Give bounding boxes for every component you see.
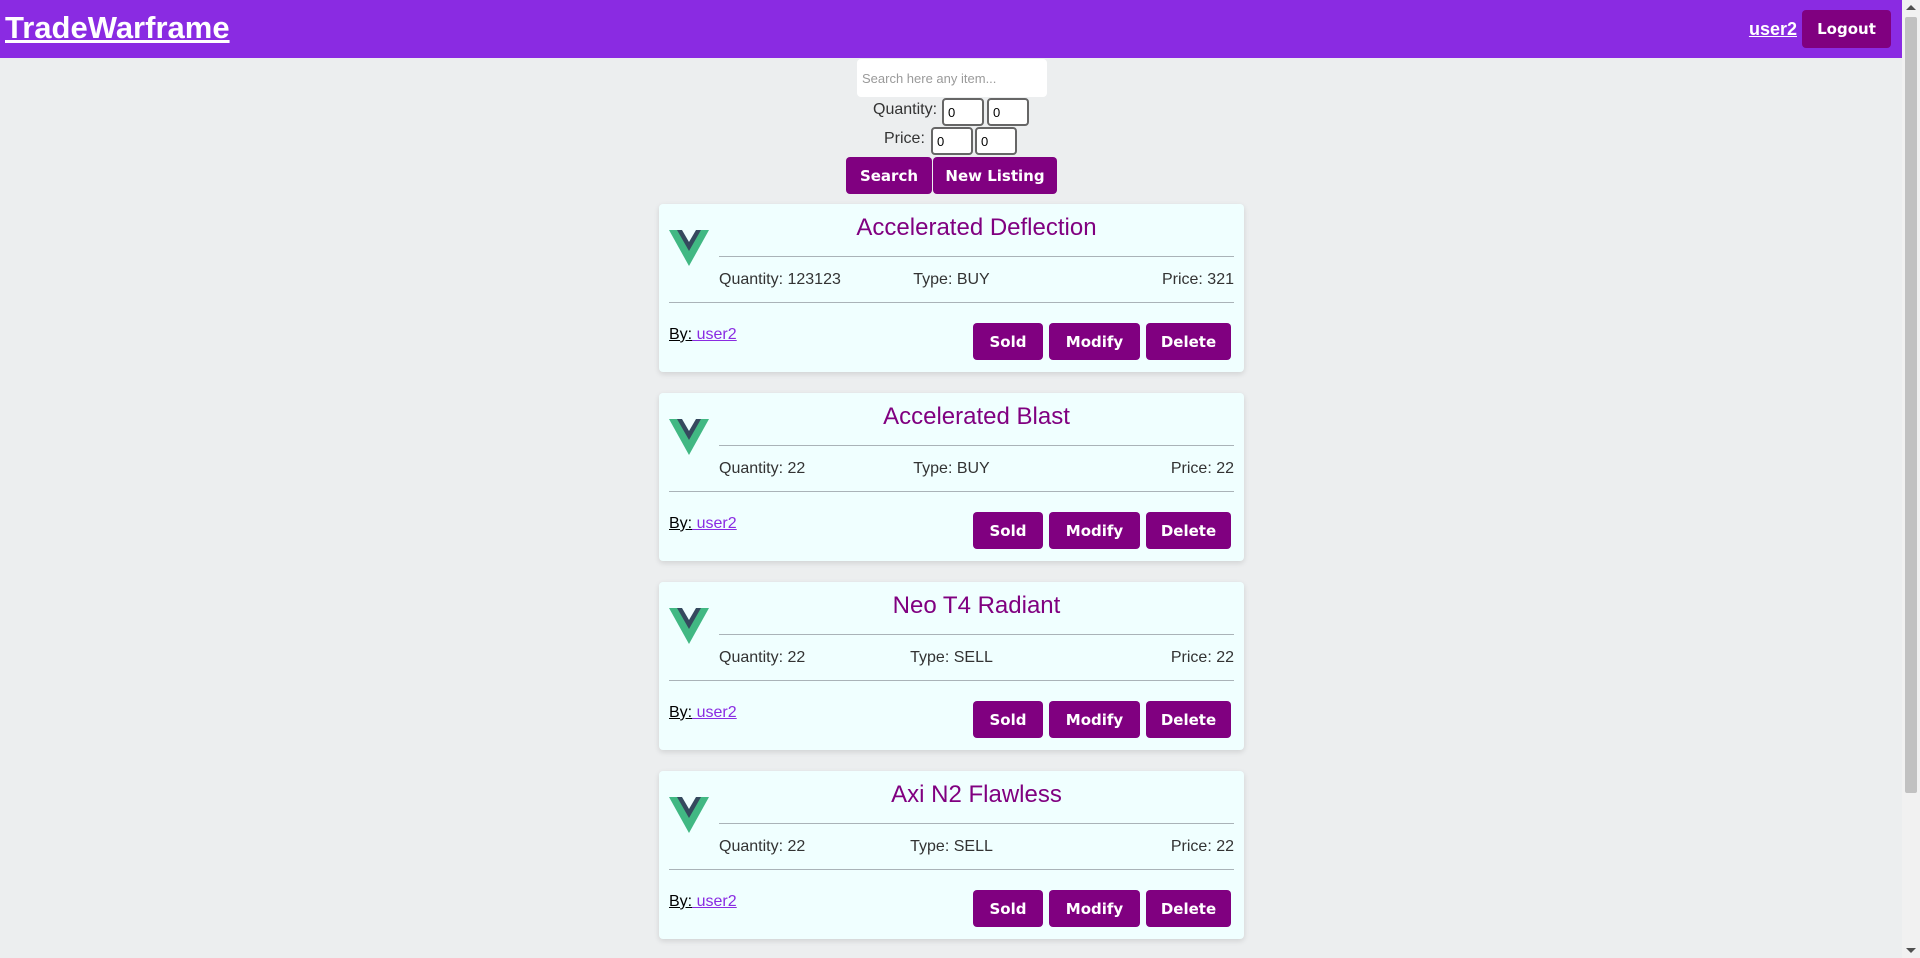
listing-title: Neo T4 Radiant (892, 592, 1061, 619)
listing-author: By: user2 (669, 704, 737, 722)
listing-author: By: user2 (669, 326, 737, 344)
modify-button[interactable]: Modify (1049, 701, 1140, 738)
logout-button[interactable]: Logout (1802, 10, 1891, 48)
delete-button[interactable]: Delete (1146, 701, 1231, 738)
author-link[interactable]: user2 (692, 326, 737, 343)
quantity-min-input[interactable] (942, 98, 984, 126)
price-label: Price: (884, 130, 925, 147)
listing-price: Price: 22 (1170, 649, 1234, 666)
listing-type: Type: SELL (910, 838, 993, 855)
listing-title: Accelerated Deflection (856, 214, 1097, 241)
listing-title: Accelerated Blast (883, 403, 1070, 430)
vue-logo-icon (669, 608, 709, 644)
delete-button[interactable]: Delete (1146, 512, 1231, 549)
brand-link[interactable]: TradeWarframe (5, 10, 230, 46)
divider (719, 823, 1234, 824)
listing-title: Axi N2 Flawless (891, 781, 1062, 808)
author-link[interactable]: user2 (692, 515, 737, 532)
vue-logo-icon (669, 797, 709, 833)
new-listing-button[interactable]: New Listing (933, 157, 1057, 194)
divider (719, 445, 1234, 446)
listing-price: Price: 321 (1161, 271, 1234, 288)
nav-username-link[interactable]: user2 (1749, 19, 1797, 40)
search-button[interactable]: Search (846, 157, 932, 194)
scroll-up-arrow-icon[interactable] (1906, 5, 1916, 10)
by-label: By: (669, 326, 693, 343)
delete-button[interactable]: Delete (1146, 323, 1231, 360)
scrollbar-thumb[interactable] (1905, 17, 1917, 793)
listing-author: By: user2 (669, 893, 737, 911)
listing-price: Price: 22 (1170, 460, 1234, 477)
scroll-down-arrow-icon[interactable] (1906, 948, 1916, 953)
listing-card: Neo T4 Radiant Quantity: 22 Type: SELL P… (659, 582, 1244, 750)
navbar: TradeWarframe user2 Logout (0, 0, 1902, 58)
divider (669, 869, 1234, 870)
modify-button[interactable]: Modify (1049, 512, 1140, 549)
sold-button[interactable]: Sold (973, 323, 1043, 360)
price-max-input[interactable] (975, 127, 1017, 155)
divider (669, 491, 1234, 492)
quantity-max-input[interactable] (987, 98, 1029, 126)
by-label: By: (669, 704, 693, 721)
listing-card: Accelerated Blast Quantity: 22 Type: BUY… (659, 393, 1244, 561)
delete-button[interactable]: Delete (1146, 890, 1231, 927)
vertical-scrollbar[interactable] (1902, 0, 1920, 958)
listing-card: Accelerated Deflection Quantity: 123123 … (659, 204, 1244, 372)
divider (719, 256, 1234, 257)
sold-button[interactable]: Sold (973, 890, 1043, 927)
modify-button[interactable]: Modify (1049, 890, 1140, 927)
listing-author: By: user2 (669, 515, 737, 533)
listing-type: Type: BUY (913, 460, 990, 477)
by-label: By: (669, 515, 693, 532)
divider (719, 634, 1234, 635)
divider (669, 680, 1234, 681)
quantity-label: Quantity: (873, 101, 938, 118)
author-link[interactable]: user2 (692, 893, 737, 910)
divider (669, 302, 1234, 303)
listing-type: Type: SELL (910, 649, 993, 666)
listing-card: Axi N2 Flawless Quantity: 22 Type: SELL … (659, 771, 1244, 939)
listing-type: Type: BUY (913, 271, 990, 288)
sold-button[interactable]: Sold (973, 512, 1043, 549)
search-input[interactable] (857, 59, 1047, 97)
by-label: By: (669, 893, 693, 910)
price-min-input[interactable] (931, 127, 973, 155)
vue-logo-icon (669, 419, 709, 455)
vue-logo-icon (669, 230, 709, 266)
listing-price: Price: 22 (1170, 838, 1234, 855)
author-link[interactable]: user2 (692, 704, 737, 721)
sold-button[interactable]: Sold (973, 701, 1043, 738)
modify-button[interactable]: Modify (1049, 323, 1140, 360)
